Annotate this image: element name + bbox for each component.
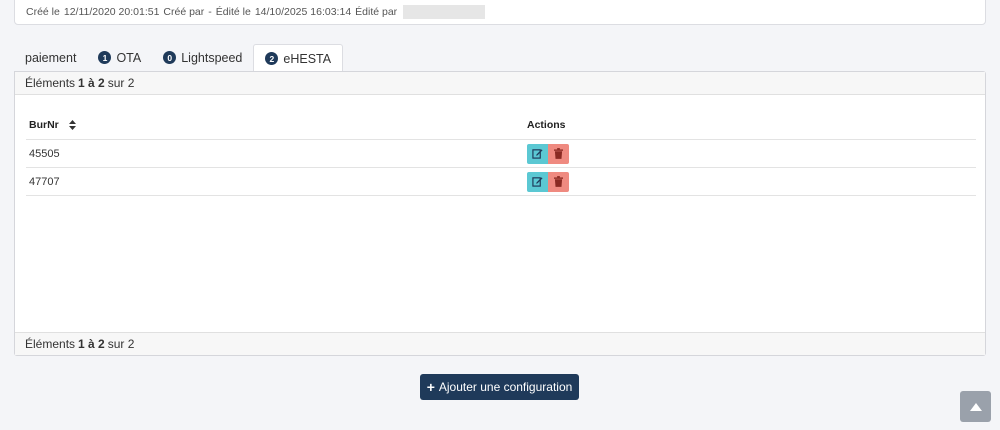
created-by-value: - <box>208 6 212 18</box>
pagination-info-top: Éléments 1 à 2 sur 2 <box>15 72 985 95</box>
pagination-prefix: Éléments <box>25 76 76 90</box>
tab-label: eHESTA <box>283 51 332 66</box>
table-row: 45505 <box>26 140 976 168</box>
record-meta-card: Créé le 12/11/2020 20:01:51 Créé par - É… <box>14 0 986 25</box>
edit-button[interactable] <box>527 143 548 164</box>
trash-icon <box>554 176 563 187</box>
edit-icon <box>532 149 543 159</box>
tab-label: OTA <box>116 50 142 65</box>
edit-icon <box>532 177 543 187</box>
ehesta-panel: Éléments 1 à 2 sur 2 BurNr Actions 45505 <box>14 71 986 356</box>
actions-cell <box>527 143 976 164</box>
sort-icon[interactable] <box>68 119 76 130</box>
delete-button[interactable] <box>548 143 569 164</box>
delete-button[interactable] <box>548 171 569 192</box>
tab-count-badge: 2 <box>265 52 279 65</box>
pagination-range: 1 à 2 <box>78 76 105 90</box>
chevron-up-icon <box>969 402 982 411</box>
tab-bar: paiement 1 OTA 0 Lightspeed 2 eHESTA <box>14 44 344 73</box>
tab-label: paiement <box>25 50 77 65</box>
tab-ota[interactable]: 1 OTA <box>87 44 152 71</box>
tab-lightspeed[interactable]: 0 Lightspeed <box>152 44 253 71</box>
tab-ehesta[interactable]: 2 eHESTA <box>253 44 344 73</box>
tab-count-badge: 0 <box>163 51 177 64</box>
column-label: Actions <box>527 118 566 131</box>
edit-button[interactable] <box>527 171 548 192</box>
pagination-range: 1 à 2 <box>78 337 105 351</box>
created-label: Créé le <box>26 6 60 18</box>
created-by-label: Créé par <box>163 6 205 18</box>
tab-paiement[interactable]: paiement <box>14 44 87 71</box>
actions-cell <box>527 171 976 192</box>
burnr-cell: 45505 <box>29 147 60 160</box>
created-date: 12/11/2020 20:01:51 <box>63 6 160 18</box>
trash-icon <box>554 148 563 159</box>
plus-icon: + <box>426 379 435 395</box>
column-header-actions: Actions <box>527 119 976 131</box>
edited-date: 14/10/2025 16:03:14 <box>254 6 352 18</box>
edited-label: Édité le <box>215 6 251 18</box>
burnr-table: BurNr Actions 45505 47707 <box>26 110 976 196</box>
scroll-to-top-button[interactable] <box>960 391 991 422</box>
tab-label: Lightspeed <box>181 50 243 65</box>
tab-count-badge: 1 <box>98 51 112 64</box>
table-row: 47707 <box>26 168 976 196</box>
add-configuration-label: Ajouter une configuration <box>438 380 573 394</box>
pagination-suffix: sur 2 <box>107 337 135 351</box>
edited-by-label: Édité par <box>355 6 398 18</box>
table-header: BurNr Actions <box>26 110 976 140</box>
pagination-info-bottom: Éléments 1 à 2 sur 2 <box>15 332 985 355</box>
record-meta: Créé le 12/11/2020 20:01:51 Créé par - É… <box>26 5 486 19</box>
redacted-username <box>403 5 486 19</box>
column-header-burnr[interactable]: BurNr <box>26 119 527 131</box>
column-label: BurNr <box>29 118 59 131</box>
pagination-prefix: Éléments <box>25 337 76 351</box>
burnr-cell: 47707 <box>29 175 60 188</box>
pagination-suffix: sur 2 <box>107 76 135 90</box>
add-configuration-button[interactable]: + Ajouter une configuration <box>420 374 579 400</box>
